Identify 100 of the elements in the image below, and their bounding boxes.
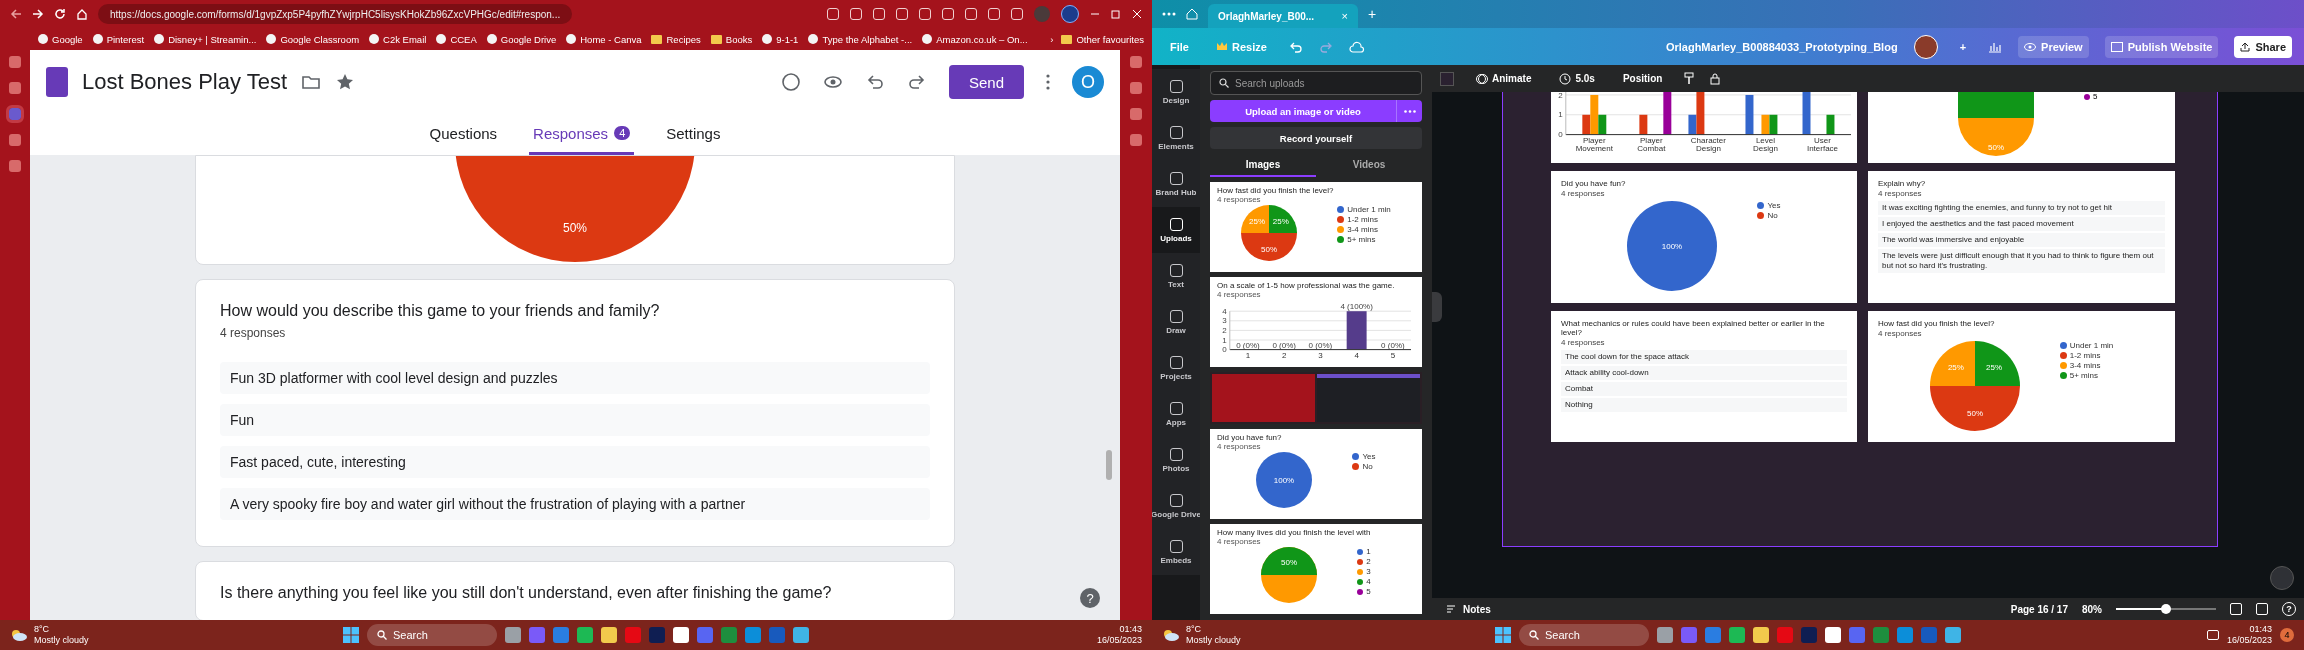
taskbar-app-icon[interactable] [1729, 627, 1745, 643]
upload-button[interactable]: Upload an image or video [1210, 100, 1396, 122]
sidebar-icon[interactable] [9, 56, 21, 68]
taskbar-search[interactable]: Search [1519, 624, 1649, 646]
taskbar-app-icon[interactable] [1897, 627, 1913, 643]
sidebar-icon[interactable] [9, 134, 21, 146]
add-collaborator-button[interactable]: + [1953, 35, 1973, 58]
toolbar-icon[interactable] [942, 8, 954, 20]
sidebar-icon[interactable] [1130, 82, 1142, 94]
taskbar-app-icon[interactable] [1849, 627, 1865, 643]
zoom-level[interactable]: 80% [2082, 603, 2102, 615]
panel-tab[interactable]: Videos [1316, 154, 1422, 177]
bookmark[interactable]: Amazon.co.uk – On... [936, 33, 1028, 45]
bookmark[interactable]: Disney+ | Streamin... [168, 33, 257, 45]
sidebar-item[interactable]: Design [1152, 69, 1200, 115]
taskbar-app-icon[interactable] [1681, 627, 1697, 643]
taskbar-app-icon[interactable] [769, 627, 785, 643]
bookmark[interactable]: Google [52, 33, 83, 45]
new-tab-button[interactable]: + [1368, 6, 1377, 22]
toolbar-icon[interactable] [1011, 8, 1023, 20]
bookmark[interactable]: 9-1-1 [776, 33, 799, 45]
bookmark[interactable]: Books [725, 33, 753, 45]
publish-website-button[interactable]: Publish Website [2104, 35, 2219, 58]
chart-card[interactable]: How fast did you finish the level? 4 responses 50% 25% 25% Under 1 min 1-2 mins 3-4 mins 5+ mins [1868, 311, 2175, 442]
taskbar-app-icon[interactable] [1705, 627, 1721, 643]
forward-icon[interactable] [32, 8, 44, 20]
bookmark[interactable]: Google Drive [500, 33, 557, 45]
refresh-icon[interactable] [54, 8, 66, 20]
taskbar-app-icon[interactable] [529, 627, 545, 643]
sidebar-icon[interactable] [9, 160, 21, 172]
animate-button[interactable]: Animate [1470, 71, 1538, 86]
grid-view-icon[interactable] [2230, 603, 2242, 615]
fullscreen-icon[interactable] [2256, 603, 2268, 615]
collapse-handle[interactable] [1432, 292, 1442, 322]
form-title[interactable]: Lost Bones Play Test [82, 69, 288, 95]
sidebar-item[interactable]: Draw [1152, 299, 1200, 345]
cloud-icon[interactable] [10, 628, 28, 642]
chart-card[interactable]: 50% 5 [1868, 92, 2175, 163]
taskbar-app-icon[interactable] [1825, 627, 1841, 643]
toolbar-icon[interactable] [965, 8, 977, 20]
document-title[interactable]: OrlaghMarley_B00884033_Prototyping_Blog [1665, 40, 1898, 53]
address-bar[interactable]: https://docs.google.com/forms/d/1gvpZxp5P4pyfhZYwjrpHC5lisysKHokZb96ZxcVPHGc/edit#respon... [98, 4, 573, 24]
sidebar-item[interactable]: Elements [1152, 115, 1200, 161]
bar-chart-icon[interactable] [1988, 40, 2003, 53]
back-icon[interactable] [10, 8, 22, 20]
taskbar-app-icon[interactable] [1753, 627, 1769, 643]
taskbar-app-icon[interactable] [697, 627, 713, 643]
taskbar-app-icon[interactable] [1777, 627, 1793, 643]
home-icon[interactable] [1186, 8, 1198, 20]
windows-start-icon[interactable] [1495, 627, 1511, 643]
sidebar-icon[interactable] [1130, 56, 1142, 68]
form-tab[interactable]: Questions [425, 114, 502, 155]
taskbar-app-icon[interactable] [553, 627, 569, 643]
bookmark[interactable]: Pinterest [106, 33, 145, 45]
restore-icon[interactable] [1111, 9, 1121, 19]
taskbar-app-icon[interactable] [745, 627, 761, 643]
taskbar-app-icon[interactable] [793, 627, 809, 643]
image-thumbnail[interactable]: How fast did you finish the level? 4 responses 50% 25% 25% Under 1 min 1-2 mins 3-4 mins 5+ mins [1210, 182, 1422, 272]
notes-button[interactable]: Notes [1440, 602, 1497, 616]
taskbar-app-icon[interactable] [1657, 627, 1673, 643]
taskbar-app-icon[interactable] [673, 627, 689, 643]
sidebar-item[interactable]: Text [1152, 253, 1200, 299]
send-button[interactable]: Send [948, 65, 1024, 99]
assistant-button[interactable] [2270, 566, 2294, 590]
record-button[interactable]: Record yourself [1210, 127, 1422, 149]
lock-icon[interactable] [1710, 72, 1721, 85]
redo-icon[interactable] [906, 72, 927, 92]
toolbar-icon[interactable] [873, 8, 885, 20]
home-icon[interactable] [76, 8, 88, 20]
toolbar-icon[interactable] [988, 8, 1000, 20]
taskbar-app-icon[interactable] [1921, 627, 1937, 643]
sidebar-icon[interactable] [1130, 134, 1142, 146]
response-card[interactable] [1868, 171, 2175, 303]
help-button[interactable]: ? [1080, 588, 1100, 608]
windows-start-icon[interactable] [343, 627, 359, 643]
toolbar-icon[interactable] [896, 8, 908, 20]
notification-badge[interactable]: 4 [2280, 628, 2294, 642]
sidebar-icon[interactable] [1130, 108, 1142, 120]
more-icon[interactable] [1162, 12, 1176, 16]
sidebar-item[interactable]: Photos [1152, 437, 1200, 483]
color-swatch[interactable] [1440, 71, 1454, 86]
more-bookmarks[interactable]: › [1050, 33, 1054, 45]
close-icon[interactable] [1132, 9, 1142, 19]
bookmark[interactable]: Google Classroom [280, 33, 360, 45]
cloud-icon[interactable] [1162, 628, 1180, 642]
taskbar-app-icon[interactable] [1873, 627, 1889, 643]
search-input[interactable]: Search uploads [1235, 74, 1413, 92]
undo-icon[interactable] [1288, 40, 1303, 53]
slider-thumb[interactable] [2161, 604, 2171, 614]
response-card[interactable]: What mechanics or rules could have been explained better or earlier in the level? 4 responses The cool down for the space attack Attack ability cool-down Combat Nothing [1551, 311, 1857, 442]
sidebar-item[interactable]: Projects [1152, 345, 1200, 391]
chart-card[interactable]: Did you have fun? 4 responses 100% Yes No [1551, 171, 1857, 303]
taskbar-app-icon[interactable] [505, 627, 521, 643]
more-icon[interactable] [1046, 74, 1050, 90]
screenshot-thumbnail[interactable] [1210, 372, 1422, 424]
bookmark[interactable]: Recipes [666, 33, 701, 45]
search-field[interactable]: Search uploads [1210, 71, 1422, 95]
battery-icon[interactable] [2206, 630, 2219, 640]
user-avatar[interactable] [1913, 34, 1938, 59]
taskbar-app-icon[interactable] [721, 627, 737, 643]
